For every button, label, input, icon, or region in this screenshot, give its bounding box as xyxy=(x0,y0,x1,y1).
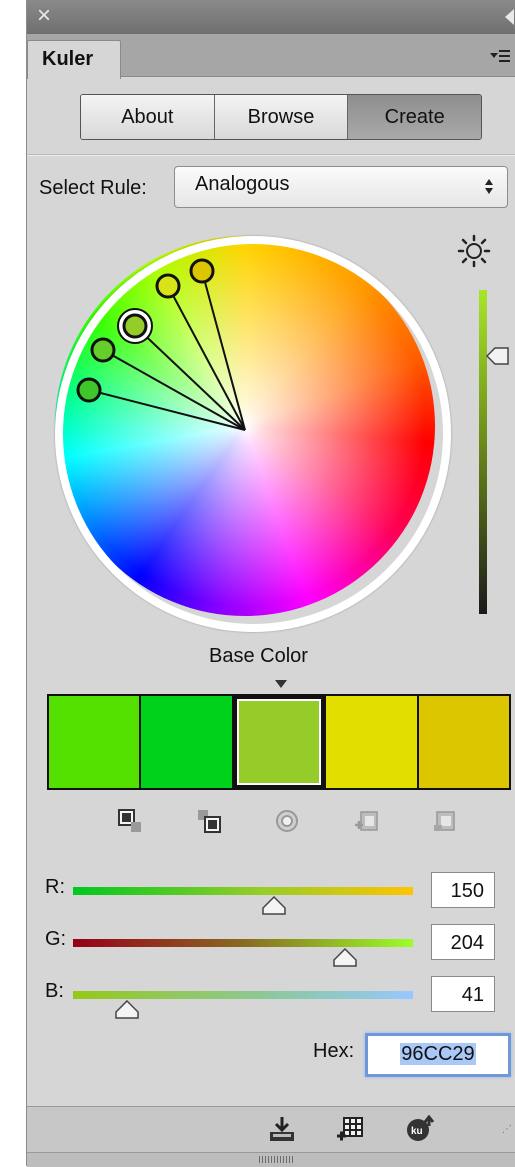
close-icon[interactable]: × xyxy=(37,2,51,30)
red-slider-row: R: 150 xyxy=(45,872,515,915)
swatch-3-base[interactable] xyxy=(233,696,327,788)
green-slider-thumb[interactable] xyxy=(332,948,358,968)
swatch-actions xyxy=(117,808,457,838)
blue-value-field[interactable]: 41 xyxy=(431,976,495,1012)
svg-text:ku: ku xyxy=(411,1126,423,1137)
add-swatch-icon[interactable] xyxy=(353,808,379,834)
select-rule-label: Select Rule: xyxy=(39,177,147,199)
green-slider-track[interactable] xyxy=(73,939,413,947)
harmony-markers xyxy=(76,258,246,431)
swatch-strip xyxy=(47,694,511,790)
copy-to-left-icon[interactable] xyxy=(117,808,143,834)
hex-label: Hex: xyxy=(313,1040,355,1062)
green-label: G: xyxy=(45,928,67,950)
brightness-icon xyxy=(457,234,491,268)
swatch-1[interactable] xyxy=(49,696,142,788)
harmony-marker-4[interactable] xyxy=(189,258,215,284)
hex-value: 96CC29 xyxy=(400,1043,476,1065)
collapse-arrow-icon[interactable] xyxy=(505,9,514,25)
base-color-label: Base Color xyxy=(209,645,308,667)
rule-select-value: Analogous xyxy=(195,173,290,195)
add-to-library-icon[interactable] xyxy=(335,1115,365,1143)
upload-to-kuler-icon[interactable]: ku xyxy=(405,1115,435,1143)
kuler-panel: × Kuler About Browse Create Select Rule:… xyxy=(26,0,515,1167)
target-icon[interactable] xyxy=(274,808,300,834)
remove-swatch-icon[interactable] xyxy=(431,808,457,834)
hex-input[interactable]: 96CC29 xyxy=(365,1033,511,1077)
swatch-4[interactable] xyxy=(326,696,419,788)
red-slider-track[interactable] xyxy=(73,887,413,895)
copy-to-right-icon[interactable] xyxy=(196,808,222,834)
base-color-indicator-icon xyxy=(275,680,287,688)
mode-segmented-control: About Browse Create xyxy=(80,94,482,140)
blue-label: B: xyxy=(45,980,64,1002)
resize-corner-icon[interactable]: ⋰ xyxy=(502,1124,512,1135)
brightness-slider-track[interactable] xyxy=(479,290,487,614)
color-wheel[interactable] xyxy=(47,228,451,632)
about-button[interactable]: About xyxy=(81,95,215,139)
harmony-marker-3[interactable] xyxy=(155,273,181,299)
grip-lines-icon xyxy=(259,1156,295,1163)
rule-select[interactable]: Analogous xyxy=(174,166,508,208)
add-to-swatches-icon[interactable] xyxy=(267,1115,297,1143)
base-marker[interactable] xyxy=(122,313,148,339)
green-slider-row: G: 204 xyxy=(45,924,515,967)
harmony-marker-2[interactable] xyxy=(90,337,116,363)
panel-titlebar: × xyxy=(27,0,515,35)
red-label: R: xyxy=(45,876,65,898)
red-value-field[interactable]: 150 xyxy=(431,872,495,908)
swatch-2[interactable] xyxy=(141,696,234,788)
divider xyxy=(27,154,515,156)
panel-tabbar: Kuler xyxy=(27,34,515,79)
tab-kuler[interactable]: Kuler xyxy=(27,40,121,79)
blue-slider-thumb[interactable] xyxy=(114,1000,140,1020)
green-value-field[interactable]: 204 xyxy=(431,924,495,960)
panel-footer: ku ⋰ xyxy=(27,1106,515,1153)
blue-slider-track[interactable] xyxy=(73,991,413,999)
panel-menu-icon[interactable] xyxy=(490,48,510,64)
brightness-slider-thumb[interactable] xyxy=(485,345,511,367)
swatch-5[interactable] xyxy=(418,696,510,788)
panel-resize-grip[interactable] xyxy=(27,1152,515,1167)
browse-button[interactable]: Browse xyxy=(214,95,349,139)
blue-slider-row: B: 41 xyxy=(45,976,515,1019)
harmony-marker-1[interactable] xyxy=(76,377,102,403)
red-slider-thumb[interactable] xyxy=(261,896,287,916)
select-arrows-icon xyxy=(485,177,495,197)
create-button[interactable]: Create xyxy=(348,95,481,139)
